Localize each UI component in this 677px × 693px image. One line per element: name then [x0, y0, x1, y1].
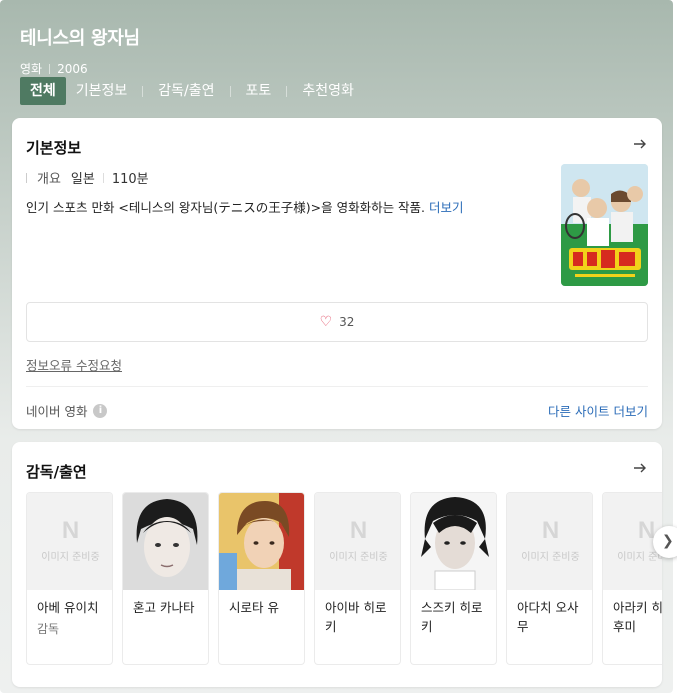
- overview-label: 개요: [37, 172, 61, 187]
- cast-list: N 이미지 준비중 아베 유이치 감독 혼고 카나타 시로타 유 N 이미지 준…: [26, 492, 662, 665]
- cast-name: 혼고 카나타: [133, 600, 195, 615]
- no-image-text: 이미지 준비중: [521, 552, 580, 563]
- cast-item[interactable]: 시로타 유: [218, 492, 305, 665]
- cast-role: [603, 636, 662, 639]
- cast-role: 감독: [37, 622, 60, 636]
- cast-title[interactable]: 감독/출연: [26, 461, 87, 482]
- tab-all[interactable]: 전체: [20, 77, 66, 105]
- divider: [102, 172, 104, 183]
- movie-meta: 영화 2006: [20, 60, 660, 77]
- cast-item[interactable]: 스즈키 히로키: [410, 492, 497, 665]
- cast-card: 감독/출연 N 이미지 준비중 아베 유이치 감독 혼고 카나타 시로타 유 N…: [12, 442, 662, 687]
- cast-role: [219, 617, 304, 620]
- cast-photo: [219, 493, 304, 590]
- n-logo-icon: N: [61, 517, 80, 544]
- n-logo-icon: N: [541, 517, 560, 544]
- cast-item[interactable]: N 이미지 준비중 아베 유이치 감독: [26, 492, 113, 665]
- basic-info-title[interactable]: 기본정보: [26, 137, 81, 158]
- n-logo-icon: N: [349, 517, 368, 544]
- runtime-value: 110분: [111, 172, 149, 187]
- chevron-right-icon: ❯: [662, 533, 674, 549]
- movie-poster[interactable]: [561, 164, 648, 286]
- more-link[interactable]: 더보기: [429, 200, 464, 215]
- divider: [26, 172, 27, 183]
- cast-name: 시로타 유: [229, 600, 279, 615]
- heart-icon: ♡: [319, 314, 333, 330]
- cast-name: 아베 유이치: [37, 600, 99, 615]
- cast-name: 아다치 오사무: [517, 600, 579, 634]
- info-icon[interactable]: i: [93, 403, 108, 418]
- cast-name: 아라키 히로후미: [613, 600, 662, 634]
- tab-cast[interactable]: 감독/출연: [148, 77, 224, 105]
- cast-role: [315, 636, 400, 639]
- tab-bar: 전체 기본정보 감독/출연 포토 추천영화: [20, 77, 364, 105]
- other-sites-link[interactable]: 다른 사이트 더보기: [548, 401, 648, 420]
- poster-art: [561, 164, 648, 286]
- person-portrait: [219, 493, 304, 590]
- no-image-text: 이미지 준비중: [329, 552, 388, 563]
- movie-panel: 테니스의 왕자님 영화 2006 전체 기본정보 감독/출연 포토 추천영화 기…: [0, 0, 673, 693]
- next-button[interactable]: ❯: [653, 526, 677, 558]
- person-portrait: [411, 493, 496, 590]
- cast-photo: [123, 493, 208, 590]
- no-image-text: 이미지 준비중: [617, 552, 662, 563]
- cast-photo: [411, 493, 496, 590]
- divider: [142, 85, 144, 97]
- cast-name: 아이바 히로키: [325, 600, 387, 634]
- divider: [229, 85, 231, 97]
- source: 네이버 영화 i: [26, 401, 108, 420]
- movie-title[interactable]: 테니스의 왕자님: [20, 24, 660, 50]
- tab-photo[interactable]: 포토: [236, 77, 282, 105]
- divider: [286, 85, 288, 97]
- country-value: 일본: [70, 172, 95, 187]
- info-row: 개요 일본 110분: [26, 168, 149, 187]
- like-button[interactable]: ♡ 32: [26, 302, 648, 342]
- person-portrait: [123, 493, 208, 590]
- divider: [26, 386, 648, 387]
- no-image-text: 이미지 준비중: [41, 552, 100, 563]
- year-label: 2006: [57, 61, 88, 76]
- divider: [49, 63, 51, 74]
- cast-item[interactable]: N 이미지 준비중 아라키 히로후미: [602, 492, 662, 665]
- cast-item[interactable]: N 이미지 준비중 아이바 히로키: [314, 492, 401, 665]
- cast-item[interactable]: 혼고 카나타: [122, 492, 209, 665]
- cast-item[interactable]: N 이미지 준비중 아다치 오사무: [506, 492, 593, 665]
- description-text: 인기 스포츠 만화 <테니스의 왕자님(テニスの王子様)>을 영화화하는 작품.: [26, 200, 426, 215]
- report-error-link[interactable]: 정보오류 수정요청: [26, 355, 122, 374]
- arrow-right-icon[interactable]: [632, 460, 648, 476]
- cast-role: [507, 636, 592, 639]
- no-image-placeholder: N 이미지 준비중: [27, 493, 112, 590]
- tab-recommended[interactable]: 추천영화: [292, 77, 364, 105]
- source-label: 네이버 영화: [26, 404, 88, 419]
- cast-name: 스즈키 히로키: [421, 600, 483, 634]
- like-count: 32: [339, 315, 355, 329]
- no-image-placeholder: N 이미지 준비중: [315, 493, 400, 590]
- cast-role: [411, 636, 496, 639]
- description: 인기 스포츠 만화 <테니스의 왕자님(テニスの王子様)>을 영화화하는 작품.…: [26, 199, 546, 217]
- category-label: 영화: [20, 62, 43, 76]
- arrow-right-icon[interactable]: [632, 136, 648, 152]
- basic-info-card: 기본정보 개요 일본 110분 인기 스포츠 만화 <테니스의 왕자님(テニスの…: [12, 118, 662, 429]
- tab-basic-info[interactable]: 기본정보: [66, 77, 138, 105]
- no-image-placeholder: N 이미지 준비중: [507, 493, 592, 590]
- header: 테니스의 왕자님 영화 2006: [20, 24, 660, 77]
- cast-role: [123, 617, 208, 620]
